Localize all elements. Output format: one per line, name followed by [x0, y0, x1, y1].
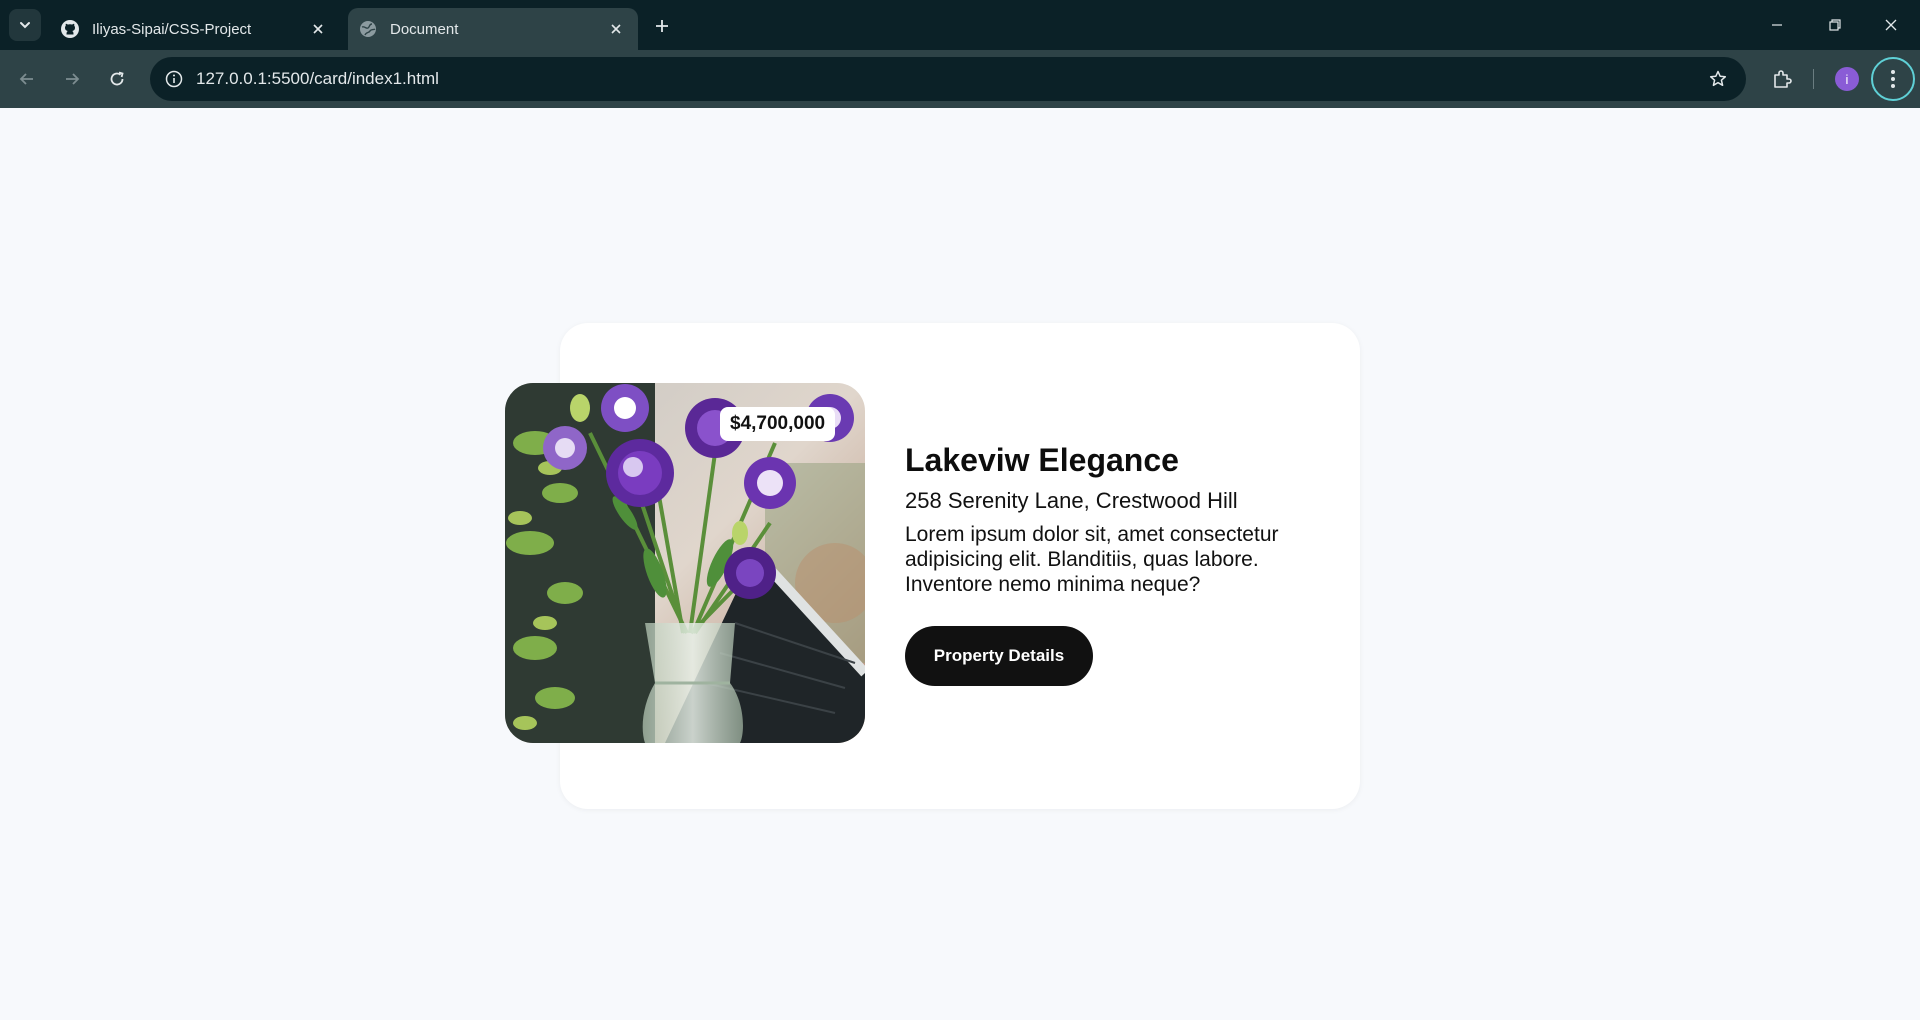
- reload-button[interactable]: [101, 63, 133, 95]
- browser-menu-button[interactable]: [1871, 57, 1915, 101]
- tab-search-button[interactable]: [9, 9, 41, 41]
- tab-strip: Iliyas-Sipai/CSS-Project Document: [0, 0, 1920, 50]
- property-title: Lakeviw Elegance: [905, 442, 1179, 478]
- profile-avatar[interactable]: i: [1835, 67, 1859, 91]
- more-vertical-icon: [1891, 70, 1895, 88]
- tab-github[interactable]: Iliyas-Sipai/CSS-Project: [50, 8, 340, 50]
- globe-icon: [358, 19, 378, 39]
- close-icon: [1885, 19, 1897, 31]
- minimize-button[interactable]: [1748, 0, 1806, 50]
- extensions-button[interactable]: [1766, 63, 1798, 95]
- close-icon[interactable]: [604, 17, 628, 41]
- close-window-button[interactable]: [1862, 0, 1920, 50]
- chevron-down-icon: [20, 22, 30, 29]
- tab-document[interactable]: Document: [348, 8, 638, 50]
- arrow-right-icon: [66, 73, 80, 85]
- property-address: 258 Serenity Lane, Crestwood Hill: [905, 488, 1238, 513]
- restore-button[interactable]: [1806, 0, 1864, 50]
- url-text[interactable]: 127.0.0.1:5500/card/index1.html: [196, 69, 439, 89]
- forward-button[interactable]: [56, 63, 88, 95]
- back-button[interactable]: [11, 63, 43, 95]
- site-info-icon[interactable]: [160, 65, 188, 93]
- address-bar[interactable]: 127.0.0.1:5500/card/index1.html: [150, 57, 1746, 101]
- close-icon[interactable]: [306, 17, 330, 41]
- property-description: Lorem ipsum dolor sit, amet consectetur …: [905, 523, 1279, 596]
- plus-icon: [656, 20, 668, 32]
- price-badge: $4,700,000: [720, 407, 836, 441]
- tab-title: Document: [390, 20, 459, 38]
- new-tab-button[interactable]: [648, 12, 676, 40]
- toolbar-divider: [1813, 69, 1814, 89]
- browser-toolbar: 127.0.0.1:5500/card/index1.html i: [0, 50, 1920, 108]
- minimize-icon: [1772, 24, 1782, 26]
- reload-icon: [110, 71, 124, 86]
- restore-icon: [1829, 19, 1841, 31]
- puzzle-icon: [1774, 70, 1792, 88]
- bookmark-star-icon[interactable]: [1704, 65, 1732, 93]
- property-info: Lakeviw Elegance 258 Serenity Lane, Cres…: [905, 440, 1325, 597]
- tab-title: Iliyas-Sipai/CSS-Project: [92, 20, 252, 38]
- arrow-left-icon: [19, 73, 33, 85]
- github-icon: [60, 19, 80, 39]
- property-details-button[interactable]: Property Details: [905, 626, 1093, 686]
